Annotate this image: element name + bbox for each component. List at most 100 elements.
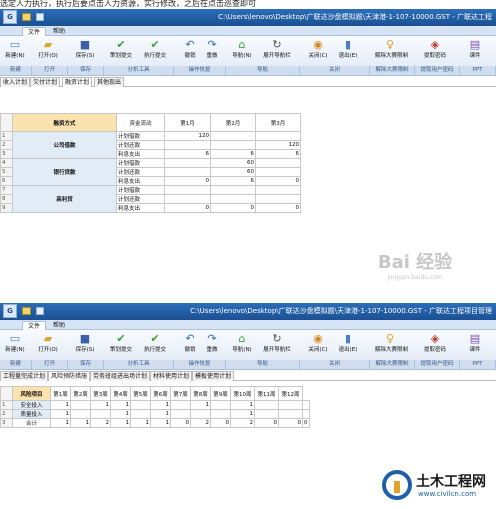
month-cell[interactable] xyxy=(255,167,301,177)
menu-tab-file[interactable]: 文件 xyxy=(22,321,47,330)
week-cell[interactable] xyxy=(278,409,303,419)
month-cell[interactable] xyxy=(255,194,301,204)
flow-cell[interactable]: 计划还款 xyxy=(116,140,165,150)
remove-limit-button[interactable]: ♀ 解除大赛限制 xyxy=(375,332,408,354)
exit-button[interactable]: ▮ 退出(E) xyxy=(333,38,363,60)
month-cell[interactable]: 6 xyxy=(210,176,256,186)
exit-button[interactable]: ▮ 退出(E) xyxy=(333,332,363,354)
week-cell[interactable]: 1 xyxy=(50,400,71,410)
financing-type-cell[interactable]: 公司借款 xyxy=(12,131,117,159)
remove-limit-button[interactable]: ♀ 解除大赛限制 xyxy=(375,38,408,60)
menu-tab-help[interactable]: 帮助 xyxy=(48,321,70,330)
month-cell[interactable] xyxy=(164,194,211,204)
menu-tab-help[interactable]: 帮助 xyxy=(48,27,70,36)
week-cell[interactable] xyxy=(170,409,191,419)
week-cell[interactable]: 1 xyxy=(150,409,171,419)
month-cell[interactable] xyxy=(210,185,256,195)
courseware-button[interactable]: ▤ 课件 xyxy=(460,332,490,354)
flow-cell[interactable]: 计划还款 xyxy=(116,167,165,177)
week-cell[interactable] xyxy=(302,409,310,419)
new-button[interactable]: ▭ 新建(N) xyxy=(0,332,30,354)
flow-cell[interactable]: 计划借款 xyxy=(116,131,165,141)
month-cell[interactable] xyxy=(164,140,211,150)
month-cell[interactable]: 0 xyxy=(164,176,211,186)
quick-open-icon[interactable] xyxy=(22,13,31,21)
risk-name-cell[interactable]: 质量投入 xyxy=(12,409,51,419)
month-cell[interactable]: 6 xyxy=(210,149,256,159)
week-cell[interactable]: 1 xyxy=(50,409,71,419)
month-cell[interactable] xyxy=(164,185,211,195)
month-cell[interactable] xyxy=(210,194,256,204)
navigation-button[interactable]: ⌂ 导航(N) xyxy=(227,38,257,60)
month-cell[interactable] xyxy=(255,158,301,168)
month-cell[interactable]: 6 xyxy=(164,149,211,159)
execute-submit-button[interactable]: ✔ 执行提交 xyxy=(140,332,170,354)
open-button[interactable]: ▰ 打开(O) xyxy=(33,38,63,60)
week-cell[interactable] xyxy=(210,400,231,410)
execute-submit-button[interactable]: ✔ 执行提交 xyxy=(140,38,170,60)
tab-financing-plan[interactable]: 融资计划 xyxy=(62,77,93,87)
month-cell[interactable]: 0 xyxy=(164,203,211,213)
week-cell[interactable]: 1 xyxy=(110,409,131,419)
tab-material-plan[interactable]: 材料使用计划 xyxy=(150,371,193,381)
week-cell[interactable] xyxy=(70,400,91,410)
week-cell[interactable] xyxy=(70,409,91,419)
week-cell[interactable]: 1 xyxy=(230,409,255,419)
quick-open-icon[interactable] xyxy=(22,307,31,315)
week-cell[interactable] xyxy=(130,400,151,410)
tab-formwork-plan[interactable]: 模板使用计划 xyxy=(192,371,235,381)
courseware-button[interactable]: ▤ 课件 xyxy=(460,38,490,60)
open-button[interactable]: ▰ 打开(O) xyxy=(33,332,63,354)
tab-risk-prevention[interactable]: 风险预防措施 xyxy=(48,371,91,381)
new-button[interactable]: ▭ 新建(N) xyxy=(0,38,30,60)
redo-button[interactable]: ↷ 重做 xyxy=(197,332,227,354)
week-cell[interactable]: 1 xyxy=(150,400,171,410)
tab-other-outflow[interactable]: 其他现出 xyxy=(94,77,125,87)
week-cell[interactable] xyxy=(254,400,279,410)
close-button[interactable]: ◉ 关闭(C) xyxy=(303,332,333,354)
month-cell[interactable] xyxy=(164,158,211,168)
navigation-button[interactable]: ⌂ 导航(N) xyxy=(227,332,257,354)
flow-cell[interactable]: 计划借款 xyxy=(116,158,165,168)
week-cell[interactable]: 1 xyxy=(230,400,255,410)
week-cell[interactable]: 1 xyxy=(190,400,211,410)
week-cell[interactable] xyxy=(130,409,151,419)
save-button[interactable]: ■ 保存(S) xyxy=(70,332,100,354)
week-cell[interactable] xyxy=(210,409,231,419)
redo-button[interactable]: ↷ 重做 xyxy=(197,38,227,60)
quick-menu-icon[interactable] xyxy=(36,13,44,21)
flow-cell[interactable]: 利息支出 xyxy=(116,176,165,186)
quick-menu-icon[interactable] xyxy=(36,307,44,315)
month-cell[interactable]: 0 xyxy=(255,176,301,186)
flow-cell[interactable]: 计划借款 xyxy=(116,185,165,195)
week-cell[interactable]: 1 xyxy=(110,400,131,410)
month-cell[interactable]: 0 xyxy=(210,203,256,213)
month-cell[interactable]: 6 xyxy=(255,149,301,159)
week-cell[interactable]: 1 xyxy=(90,400,111,410)
month-cell[interactable]: 60 xyxy=(210,158,256,168)
month-cell[interactable]: 120 xyxy=(164,131,211,141)
menu-tab-file[interactable]: 文件 xyxy=(22,27,47,36)
week-cell[interactable] xyxy=(90,409,111,419)
financing-type-cell[interactable]: 高利贷 xyxy=(12,185,117,213)
risk-name-cell[interactable]: 安全投入 xyxy=(12,400,51,410)
financing-type-cell[interactable]: 银行贷款 xyxy=(12,158,117,186)
flow-cell[interactable]: 计划还款 xyxy=(116,194,165,204)
flow-cell[interactable]: 利息支出 xyxy=(116,203,165,213)
get-password-button[interactable]: ◈ 提取密码 xyxy=(420,332,450,354)
week-cell[interactable] xyxy=(170,400,191,410)
tab-labor-plan[interactable]: 劳务班组进出场计划 xyxy=(90,371,151,381)
week-cell[interactable] xyxy=(302,400,310,410)
save-button[interactable]: ■ 保存(S) xyxy=(70,38,100,60)
month-cell[interactable]: 60 xyxy=(210,167,256,177)
get-password-button[interactable]: ◈ 提取密码 xyxy=(420,38,450,60)
tab-quantity-plan[interactable]: 工程量完成计划 xyxy=(0,371,49,381)
month-cell[interactable] xyxy=(210,140,256,150)
tab-arrears-plan[interactable]: 欠付计划 xyxy=(30,77,61,87)
month-cell[interactable]: 0 xyxy=(255,203,301,213)
month-cell[interactable]: 120 xyxy=(255,140,301,150)
tab-income-plan[interactable]: 收入计划 xyxy=(0,77,31,87)
plan-submit-button[interactable]: ✔ 策划提交 xyxy=(106,332,136,354)
expand-nav-button[interactable]: ↻ 展开导航栏 xyxy=(262,332,292,354)
month-cell[interactable] xyxy=(255,131,301,141)
